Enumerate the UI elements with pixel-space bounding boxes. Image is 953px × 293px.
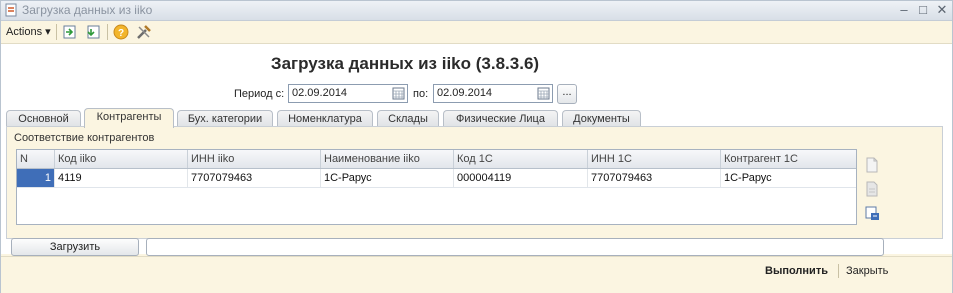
period-to-label: по: — [413, 88, 429, 100]
period-from-label: Период с: — [234, 88, 285, 100]
window-title: Загрузка данных из iiko — [22, 3, 153, 17]
maximize-icon[interactable]: □ — [915, 2, 931, 18]
toolbar: Actions ▾ ? — [1, 21, 952, 44]
title-bar: Загрузка данных из iiko – □ ✕ — [1, 1, 952, 21]
column-header-iiko-inn[interactable]: ИНН iiko — [188, 150, 321, 168]
column-header-1c-code[interactable]: Код 1С — [454, 150, 588, 168]
import-icon[interactable] — [61, 23, 79, 41]
toolbar-separator — [56, 24, 57, 40]
tab-counterparties[interactable]: Контрагенты — [84, 108, 174, 128]
tools-icon[interactable] — [135, 23, 153, 41]
cell-1c-code[interactable]: 000004119 — [454, 169, 588, 187]
period-select-button[interactable]: ... — [557, 84, 577, 104]
page-title: Загрузка данных из iiko (3.8.3.6) — [270, 54, 540, 73]
calendar-icon[interactable] — [536, 86, 551, 101]
table-header: N Код iiko ИНН iiko Наименование iiko Ко… — [17, 150, 856, 169]
date-from-value: 02.09.2014 — [292, 87, 348, 99]
tab-panel-counterparties: Соответствие контрагентов N Код iiko ИНН… — [6, 126, 943, 239]
load-button[interactable]: Загрузить — [11, 238, 139, 256]
date-to-field[interactable]: 02.09.2014 — [433, 84, 553, 103]
table-row[interactable]: 1 4119 7707079463 1С-Рарус 000004119 770… — [17, 169, 856, 188]
toolbar-separator — [107, 24, 108, 40]
counterparties-table[interactable]: N Код iiko ИНН iiko Наименование iiko Ко… — [16, 149, 857, 225]
tab-main[interactable]: Основной — [6, 110, 81, 127]
cell-iiko-inn[interactable]: 7707079463 — [188, 169, 321, 187]
column-header-iiko-code[interactable]: Код iiko — [55, 150, 188, 168]
cell-1c-inn[interactable]: 7707079463 — [588, 169, 721, 187]
tab-warehouses[interactable]: Склады — [377, 110, 439, 127]
tab-individuals[interactable]: Физические Лица — [443, 110, 558, 127]
date-from-field[interactable]: 02.09.2014 — [288, 84, 408, 103]
close-icon[interactable]: ✕ — [934, 2, 950, 18]
close-button[interactable]: Закрыть — [846, 265, 888, 277]
form-icon — [5, 3, 17, 17]
cell-1c-counterparty[interactable]: 1С-Рарус — [721, 169, 856, 187]
date-to-value: 02.09.2014 — [437, 87, 493, 99]
row-number: 1 — [17, 169, 55, 187]
column-header-n[interactable]: N — [17, 150, 55, 168]
form-body: Загрузка данных из iiko (3.8.3.6) Период… — [1, 44, 952, 256]
column-header-1c-inn[interactable]: ИНН 1С — [588, 150, 721, 168]
cell-iiko-code[interactable]: 4119 — [55, 169, 188, 187]
actions-menu[interactable]: Actions ▾ — [6, 25, 51, 38]
tab-documents[interactable]: Документы — [562, 110, 641, 127]
column-header-iiko-name[interactable]: Наименование iiko — [321, 150, 454, 168]
calendar-icon[interactable] — [391, 86, 406, 101]
footer-bar: Выполнить Закрыть — [1, 256, 952, 293]
svg-text:?: ? — [118, 28, 124, 39]
run-button[interactable]: Выполнить — [765, 265, 828, 277]
tab-bar: Основной Контрагенты Бух. категории Номе… — [6, 108, 946, 128]
progress-bar — [146, 238, 884, 256]
main-window: Загрузка данных из iiko – □ ✕ Actions ▾ … — [0, 0, 953, 293]
export-icon[interactable] — [85, 23, 103, 41]
document-gray-icon[interactable] — [864, 181, 880, 197]
save-document-icon[interactable] — [864, 205, 880, 221]
minimize-icon[interactable]: – — [896, 2, 912, 18]
column-header-1c-counterparty[interactable]: Контрагент 1С — [721, 150, 856, 168]
footer-separator — [838, 264, 839, 278]
tab-nomenclature[interactable]: Номенклатура — [277, 110, 373, 127]
tab-accounting-categories[interactable]: Бух. категории — [177, 110, 273, 127]
cell-iiko-name[interactable]: 1С-Рарус — [321, 169, 454, 187]
section-label: Соответствие контрагентов — [14, 132, 155, 144]
help-icon[interactable]: ? — [112, 23, 130, 41]
new-document-icon[interactable] — [864, 157, 880, 173]
